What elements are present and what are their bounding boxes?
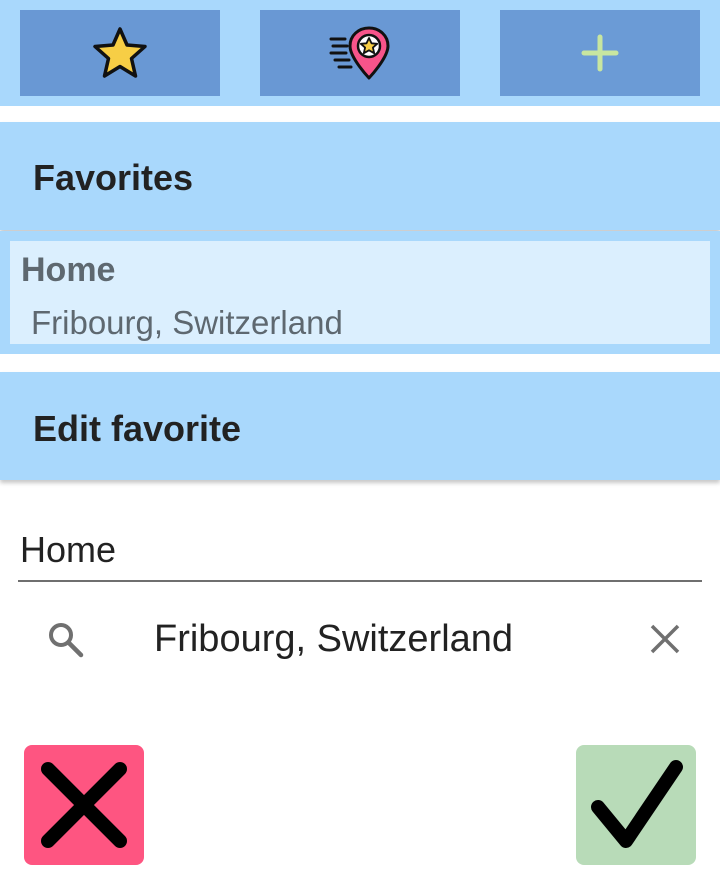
favorite-location-tab-button[interactable] <box>260 10 460 96</box>
toolbar <box>0 0 720 106</box>
close-x-icon <box>41 762 127 848</box>
plus-icon <box>581 34 619 72</box>
edit-favorite-header: Edit favorite <box>0 372 720 480</box>
add-favorite-button[interactable] <box>500 10 700 96</box>
search-icon <box>49 623 84 658</box>
star-icon <box>93 27 147 78</box>
favorite-item-name: Home <box>21 251 116 289</box>
favorites-header: Favorites <box>0 122 720 230</box>
location-pin-star-icon <box>329 26 390 80</box>
checkmark-icon <box>591 760 683 848</box>
favorites-tab-button[interactable] <box>20 10 220 96</box>
confirm-button[interactable] <box>576 745 696 865</box>
favorites-list: Home Fribourg, Switzerland <box>0 231 720 354</box>
favorites-title: Favorites <box>33 157 194 198</box>
edit-favorite-title: Edit favorite <box>33 408 242 449</box>
favorite-name-field[interactable] <box>18 526 702 582</box>
location-search-input[interactable]: Fribourg, Switzerland <box>154 618 513 661</box>
favorite-item[interactable]: Home Fribourg, Switzerland <box>10 241 710 344</box>
cancel-button[interactable] <box>24 745 144 865</box>
favorite-item-address: Fribourg, Switzerland <box>31 304 343 341</box>
clear-icon[interactable] <box>645 619 685 659</box>
